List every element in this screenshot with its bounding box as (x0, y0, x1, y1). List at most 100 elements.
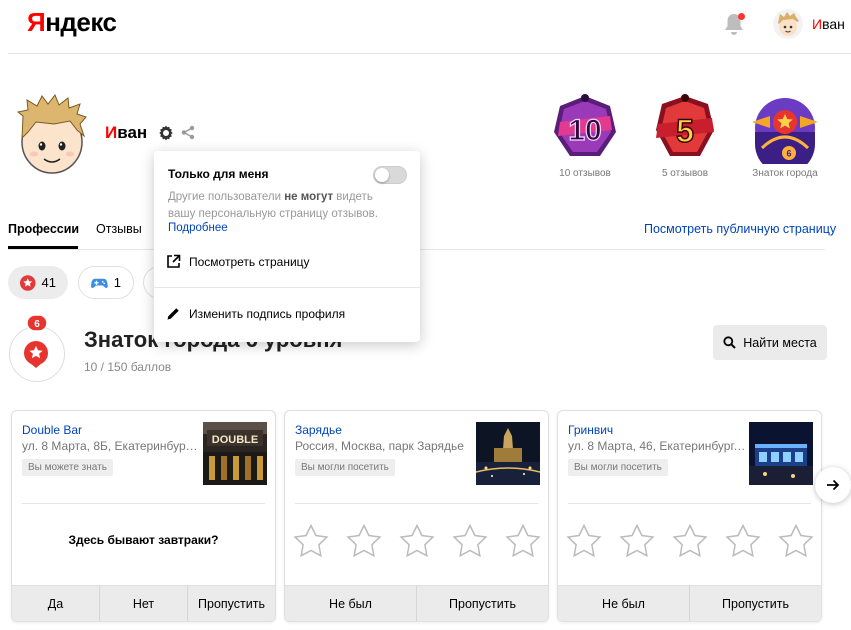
notification-dot (738, 13, 745, 20)
view-page-item[interactable]: Посмотреть страницу (166, 254, 310, 269)
badge-5-reviews[interactable]: 5 5 отзывов (645, 92, 725, 179)
star-5-icon[interactable] (505, 524, 541, 558)
place-title[interactable]: Гринвич (568, 423, 613, 437)
badge-5-icon: 5 (656, 94, 714, 156)
place-address: Россия, Москва, парк Зарядье (295, 439, 464, 453)
star-icon (20, 274, 36, 291)
star-3-icon[interactable] (399, 524, 435, 558)
private-mode-toggle[interactable] (373, 166, 407, 184)
star-4-icon[interactable] (725, 524, 761, 558)
chip-count: 1 (113, 275, 121, 290)
place-card-double-bar: Double Bar ул. 8 Марта, 8Б, Екатеринбург… (11, 410, 276, 622)
card-divider (295, 503, 538, 504)
badge-label: 10 отзывов (559, 168, 611, 179)
place-address: ул. 8 Марта, 8Б, Екатеринбург,... (22, 439, 200, 453)
chip-city-expert[interactable]: 41 (8, 266, 68, 299)
star-2-icon[interactable] (619, 524, 655, 558)
external-link-icon (167, 254, 181, 268)
place-tag: Вы могли посетить (568, 459, 668, 476)
place-photo[interactable] (749, 422, 813, 485)
view-page-label: Посмотреть страницу (189, 254, 310, 269)
popup-divider (154, 287, 420, 288)
profile-name-rest: ван (117, 123, 148, 142)
star-rating[interactable] (566, 524, 814, 558)
chip-count: 41 (41, 275, 56, 290)
header-avatar[interactable] (773, 9, 803, 39)
header-username[interactable]: Иван (812, 16, 845, 32)
star-2-icon[interactable] (346, 524, 382, 558)
tab-professions[interactable]: Профессии (8, 222, 79, 236)
skip-button[interactable]: Пропустить (188, 586, 275, 621)
star-1-icon[interactable] (293, 524, 329, 558)
badge-city-expert[interactable]: 6 Знаток города (745, 92, 825, 179)
arrow-right-icon (827, 479, 840, 491)
card-actions: Да Нет Пропустить (12, 585, 275, 621)
popup-title: Только для меня (168, 167, 269, 181)
username-first-letter: И (812, 16, 823, 32)
place-title[interactable]: Зарядье (295, 423, 342, 437)
badge-10-icon: 10 (554, 94, 616, 156)
header-divider (8, 53, 851, 54)
not-visited-button[interactable]: Не был (558, 586, 690, 621)
card-actions: Не был Пропустить (285, 585, 548, 621)
card-divider (22, 503, 265, 504)
card-divider (568, 503, 811, 504)
profile-name-first-letter: И (105, 123, 118, 142)
view-public-page-link[interactable]: Посмотреть публичную страницу (644, 222, 836, 236)
find-places-label: Найти места (743, 335, 817, 350)
place-address: ул. 8 Марта, 46, Екатеринбург,... (568, 439, 746, 453)
share-icon[interactable] (181, 125, 195, 140)
star-4-icon[interactable] (452, 524, 488, 558)
tab-reviews[interactable]: Отзывы (96, 222, 142, 236)
badge-label: 5 отзывов (661, 168, 709, 179)
badge-label: Знаток города (752, 168, 818, 179)
svg-text:10: 10 (568, 114, 601, 147)
search-icon (723, 336, 736, 349)
not-visited-button[interactable]: Не был (285, 586, 417, 621)
level-badge (9, 326, 65, 382)
yes-button[interactable]: Да (12, 586, 100, 621)
place-photo[interactable] (476, 422, 540, 485)
svg-text:DOUBLE: DOUBLE (212, 434, 258, 446)
badge-10-reviews[interactable]: 10 10 отзывов (545, 92, 625, 179)
badge-city-icon: 6 (752, 98, 818, 164)
place-title[interactable]: Double Bar (22, 423, 82, 437)
svg-text:5: 5 (676, 113, 694, 149)
place-card-zaryadye: Зарядье Россия, Москва, парк Зарядье Вы … (284, 410, 549, 622)
place-tag: Вы можете знать (22, 459, 113, 476)
header: Яндекс Иван (0, 0, 851, 54)
desc-text: Другие пользователи (168, 191, 285, 203)
card-question: Здесь бывают завтраки? (68, 533, 219, 547)
logo-rest: ндекс (45, 7, 117, 37)
svg-text:6: 6 (786, 149, 791, 159)
level-points: 10 / 150 баллов (84, 360, 172, 374)
popup-description: Другие пользователи не могут видеть вашу… (168, 189, 398, 223)
star-rating[interactable] (293, 524, 541, 558)
more-info-link[interactable]: Подробнее (168, 222, 228, 234)
desc-bold: не могут (284, 191, 334, 203)
svg-text:6: 6 (34, 319, 40, 330)
toggle-knob (375, 168, 389, 182)
star-5-icon[interactable] (778, 524, 814, 558)
gamepad-icon (91, 278, 108, 288)
star-3-icon[interactable] (672, 524, 708, 558)
edit-signature-item[interactable]: Изменить подпись профиля (166, 306, 345, 321)
logo-first-letter: Я (27, 7, 46, 37)
gear-icon[interactable] (158, 125, 174, 141)
place-card-greenwich: Гринвич ул. 8 Марта, 46, Екатеринбург,..… (557, 410, 822, 622)
chip-games[interactable]: 1 (78, 266, 134, 299)
profile-name: Иван (105, 123, 147, 143)
no-button[interactable]: Нет (100, 586, 188, 621)
star-1-icon[interactable] (566, 524, 602, 558)
carousel-next-button[interactable] (815, 467, 851, 503)
pencil-icon (167, 308, 179, 320)
find-places-button[interactable]: Найти места (713, 325, 827, 360)
card-actions: Не был Пропустить (558, 585, 821, 621)
place-photo[interactable]: DOUBLE (203, 422, 267, 485)
skip-button[interactable]: Пропустить (417, 586, 548, 621)
level-number-badge: 6 (26, 314, 48, 332)
place-tag: Вы могли посетить (295, 459, 395, 476)
skip-button[interactable]: Пропустить (690, 586, 821, 621)
profile-avatar (14, 94, 90, 176)
yandex-logo[interactable]: Яндекс (27, 7, 117, 38)
